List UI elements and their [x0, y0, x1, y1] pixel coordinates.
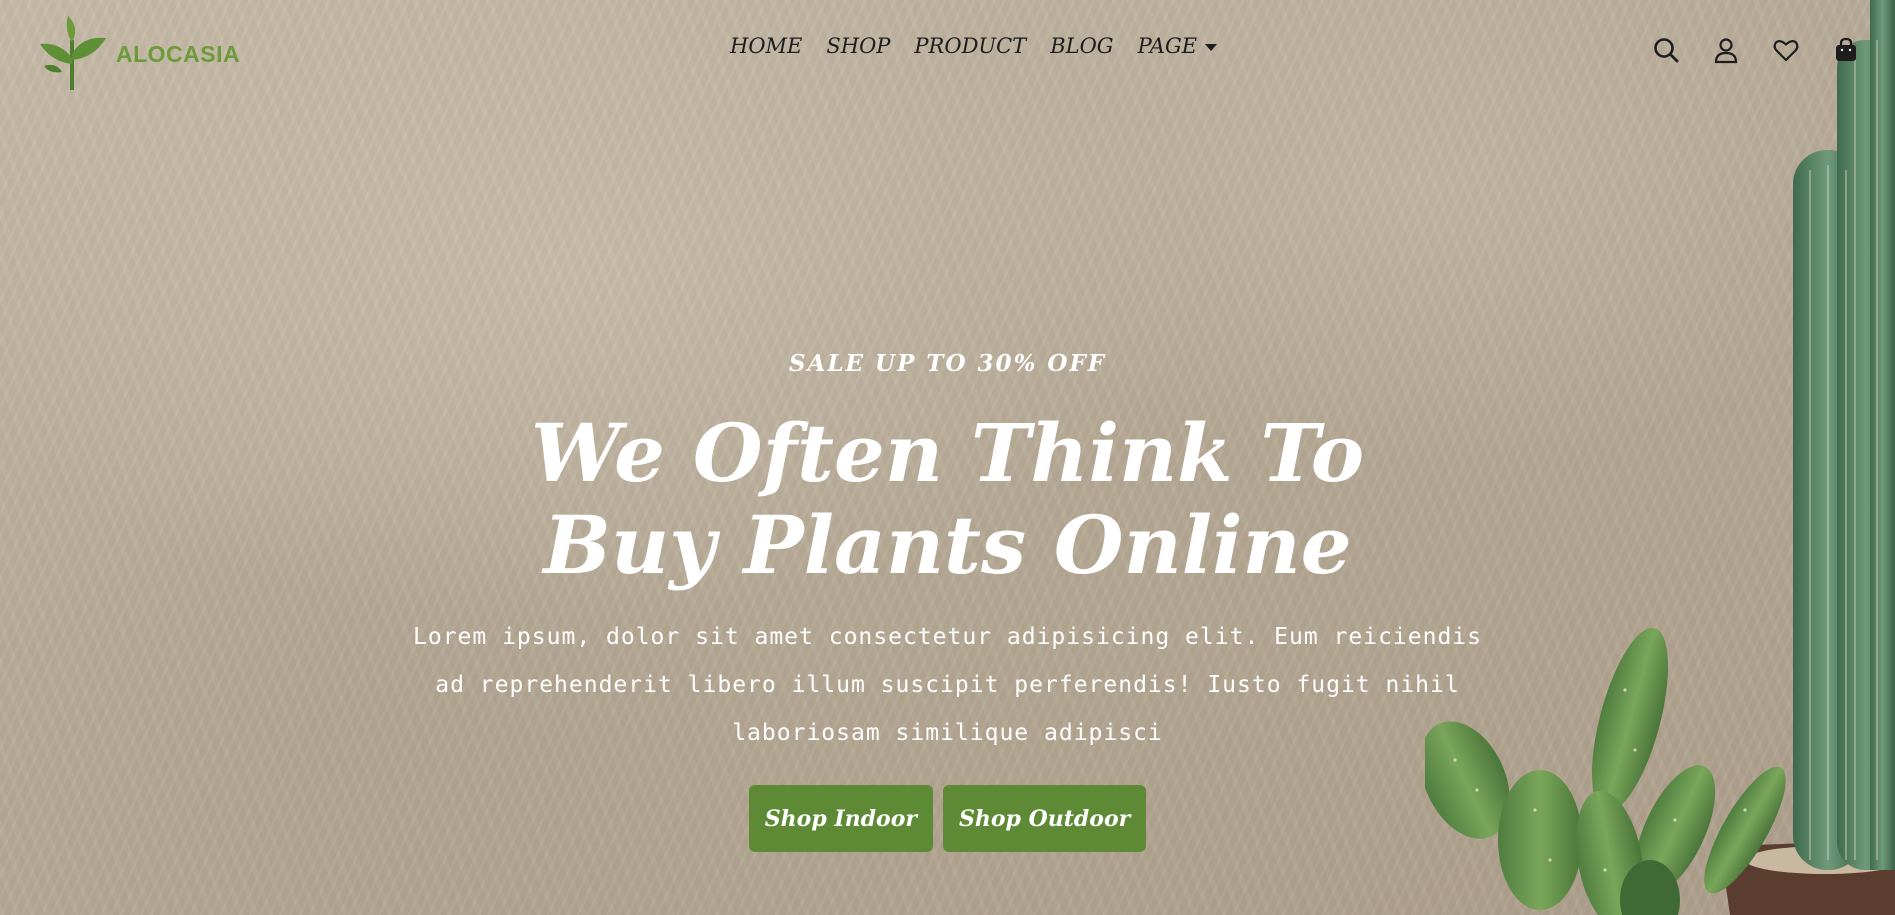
nav-page-dropdown[interactable]: PAGE: [1137, 34, 1218, 58]
heart-icon[interactable]: [1772, 36, 1800, 64]
hero-headline: We Often Think To Buy Plants Online: [0, 407, 1895, 591]
nav-home[interactable]: HOME: [730, 34, 802, 58]
hero-buttons: Shop Indoor Shop Outdoor: [0, 785, 1895, 852]
hero-eyebrow: SALE UP TO 30% OFF: [788, 350, 1107, 377]
nav-product[interactable]: PRODUCT: [914, 34, 1026, 58]
user-icon[interactable]: [1712, 36, 1740, 64]
hero-description: Lorem ipsum, dolor sit amet consectetur …: [413, 624, 1482, 746]
search-icon[interactable]: [1652, 36, 1680, 64]
shop-indoor-button[interactable]: Shop Indoor: [748, 785, 933, 852]
brand-name: ALOCASIA: [116, 40, 241, 67]
nav-blog[interactable]: BLOG: [1050, 34, 1113, 58]
shop-outdoor-button[interactable]: Shop Outdoor: [942, 785, 1147, 852]
header-actions: [1652, 36, 1860, 64]
hero-headline-line2: Buy Plants Online: [543, 498, 1352, 592]
leaf-sprout-icon: [40, 16, 106, 90]
main-nav: HOME SHOP PRODUCT BLOG PAGE: [730, 34, 1218, 58]
hero-headline-line1: We Often Think To: [530, 406, 1365, 500]
hero-section: SALE UP TO 30% OFF We Often Think To Buy…: [0, 350, 1895, 852]
nav-shop[interactable]: SHOP: [826, 34, 890, 58]
site-header: ALOCASIA HOME SHOP PRODUCT BLOG PAGE: [0, 0, 1895, 100]
chevron-down-icon: [1205, 43, 1218, 51]
shopping-bag-icon[interactable]: [1832, 36, 1860, 64]
brand-logo[interactable]: ALOCASIA: [32, 12, 240, 92]
nav-page-label: PAGE: [1137, 34, 1198, 58]
